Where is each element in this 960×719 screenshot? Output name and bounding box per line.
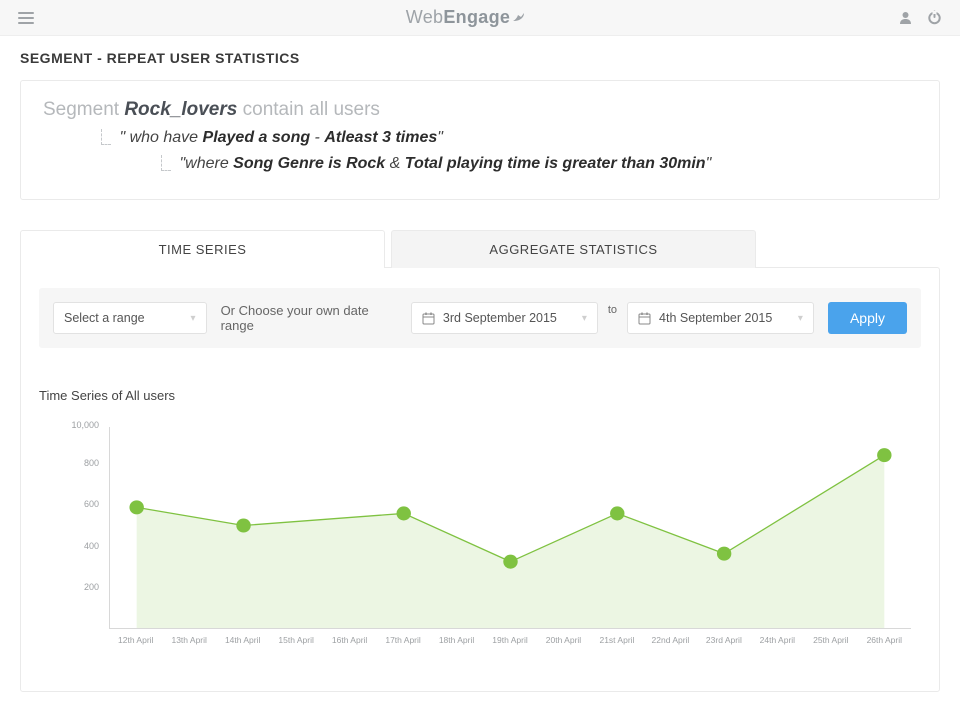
segment-summary: Segment Rock_lovers contain all users [43,99,917,121]
brand-logo: WebEngage [34,7,898,28]
chart-data-point [397,506,411,520]
chart-data-point [610,506,624,520]
x-tick-label: 12th April [109,635,162,649]
rule2-prefix: "where [179,155,233,172]
chart-data-point [129,500,143,514]
chart-x-axis: 12th April13th April14th April15th April… [109,635,911,649]
x-tick-label: 15th April [269,635,322,649]
chevron-down-icon: ▾ [191,313,196,324]
tab-bar: TIME SERIES AGGREGATE STATISTICS [20,230,940,268]
rule2-amp: & [385,155,405,172]
x-tick-label: 19th April [483,635,536,649]
or-label: Or Choose your own date range [221,303,397,333]
segment-definition-card: Segment Rock_lovers contain all users " … [20,80,940,200]
x-tick-label: 14th April [216,635,269,649]
chart-data-point [717,547,731,561]
rule2-part1: Song Genre is Rock [233,155,385,172]
bird-icon [512,7,526,28]
chart-y-axis: 200 400 600 800 10,000 [49,421,105,629]
chart-area-fill [137,455,885,628]
y-tick-label: 200 [84,582,99,592]
tree-connector-icon [101,129,111,145]
menu-icon[interactable] [18,11,34,25]
date-from-picker[interactable]: 3rd September 2015 ▾ [411,302,598,334]
filter-bar: Select a range ▾ Or Choose your own date… [39,288,921,348]
date-to-value: 4th September 2015 [659,311,772,325]
power-icon[interactable] [927,10,942,25]
chart-data-point [877,448,891,462]
range-select-label: Select a range [64,311,145,325]
chevron-down-icon: ▾ [798,313,803,324]
page-title: SEGMENT - REPEAT USER STATISTICS [0,36,960,80]
segment-lead-prefix: Segment [43,99,124,120]
x-tick-label: 22nd April [644,635,697,649]
date-from-value: 3rd September 2015 [443,311,557,325]
chart-container: Time Series of All users 200 400 600 800 10,… [39,388,921,661]
top-bar: WebEngage [0,0,960,36]
tab-time-series[interactable]: TIME SERIES [20,230,385,268]
x-tick-label: 26th April [858,635,911,649]
segment-lead-suffix: contain all users [237,99,380,120]
x-tick-label: 18th April [430,635,483,649]
rule1-suffix: " [437,129,443,146]
brand-prefix: Web [406,7,444,27]
time-series-chart: 20040060080010,000 12th April13th April1… [49,421,921,661]
rule1-sep: - [310,129,324,146]
rule2-part2: Total playing time is greater than 30min [405,155,706,172]
x-tick-label: 20th April [537,635,590,649]
chevron-down-icon: ▾ [582,313,587,324]
y-tick-label: 400 [84,541,99,551]
to-label: to [608,304,617,316]
range-select[interactable]: Select a range ▾ [53,302,207,334]
rule1-part2: Atleast 3 times [324,129,437,146]
apply-button[interactable]: Apply [828,302,907,334]
x-tick-label: 23rd April [697,635,750,649]
time-series-panel: Select a range ▾ Or Choose your own date… [20,267,940,692]
x-tick-label: 13th April [162,635,215,649]
tab-aggregate-statistics[interactable]: AGGREGATE STATISTICS [391,230,756,268]
y-tick-label: 600 [84,499,99,509]
rule2-suffix: " [706,155,712,172]
chart-title: Time Series of All users [39,388,921,403]
y-tick-label: 800 [84,458,99,468]
y-tick-label: 10,000 [71,420,99,430]
chart-data-point [503,555,517,569]
calendar-icon [422,312,435,325]
segment-name: Rock_lovers [124,99,237,120]
calendar-icon [638,312,651,325]
x-tick-label: 16th April [323,635,376,649]
brand-suffix: Engage [443,7,510,27]
user-icon[interactable] [898,10,913,25]
date-to-picker[interactable]: 4th September 2015 ▾ [627,302,814,334]
x-tick-label: 17th April [376,635,429,649]
rule1-part1: Played a song [203,129,311,146]
chart-data-point [236,518,250,532]
x-tick-label: 21st April [590,635,643,649]
segment-rule-2: "where Song Genre is Rock & Total playin… [143,155,917,173]
chart-plot-area [109,427,911,629]
segment-rule-1: " who have Played a song - Atleast 3 tim… [83,129,917,147]
tree-connector-icon [161,155,171,171]
x-tick-label: 24th April [751,635,804,649]
chart-svg [110,427,911,628]
rule1-prefix: " who have [119,129,202,146]
x-tick-label: 25th April [804,635,857,649]
